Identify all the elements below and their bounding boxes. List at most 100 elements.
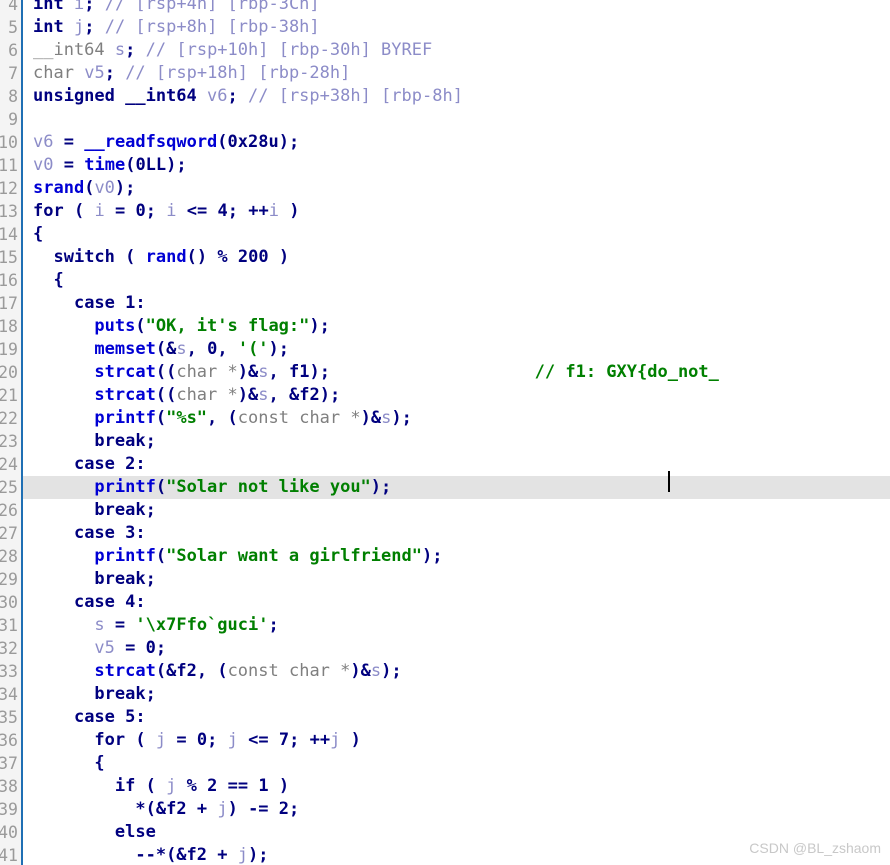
code-line-text: int i; // [rsp+4h] [rbp-3Ch] [33,0,320,14]
line-number: 28 [0,547,18,566]
code-line[interactable]: memset(&s, 0, '('); [0,338,890,361]
code-line-case[interactable]: case 4: [0,591,890,614]
line-number: 5 [8,18,18,37]
code-line[interactable]: printf("%s", (const char *)&s); [0,407,890,430]
code-line-case[interactable]: case 3: [0,522,890,545]
code-line[interactable]: v5 = 0; [0,637,890,660]
code-line-text: break; [94,431,156,451]
ida-pseudocode-window: int i; // [rsp+4h] [rbp-3Ch] int j; // [… [0,0,890,865]
text-caret [668,471,670,492]
line-number: 37 [0,754,18,773]
line-number: 40 [0,823,18,842]
code-line-case[interactable]: case 5: [0,706,890,729]
code-line-case[interactable]: case 1: [0,292,890,315]
gutter-divider-rule [21,0,23,865]
line-number-gutter[interactable]: 4 5 6 7 8 9 10 11 12 13 14 15 16 17 18 19 20 21 22 23 24 25 26… [0,0,21,865]
code-line[interactable]: int j; // [rsp+8h] [rbp-38h] [0,16,890,39]
code-line-text: unsigned __int64 v6; // [rsp+38h] [rbp-8… [33,86,463,106]
code-line-text: *(&f2 + j) -= 2; [135,799,300,819]
code-line[interactable]: if ( j % 2 == 1 ) [0,775,890,798]
code-line[interactable]: printf("Solar want a girlfriend"); [0,545,890,568]
code-line[interactable]: for ( j = 0; j <= 7; ++j ) [0,729,890,752]
line-number: 26 [0,501,18,520]
code-line[interactable]: v0 = time(0LL); [0,154,890,177]
line-number: 41 [0,846,18,865]
line-number: 19 [0,340,18,359]
code-line[interactable]: int i; // [rsp+4h] [rbp-3Ch] [0,0,890,16]
code-line[interactable]: strcat(&f2, (const char *)&s); [0,660,890,683]
code-line[interactable]: unsigned __int64 v6; // [rsp+38h] [rbp-8… [0,85,890,108]
code-line[interactable]: char v5; // [rsp+18h] [rbp-28h] [0,62,890,85]
pseudocode-text-area[interactable]: int i; // [rsp+4h] [rbp-3Ch] int j; // [… [0,0,890,865]
code-line-blank[interactable] [0,108,890,131]
line-number: 4 [8,0,18,14]
code-line[interactable]: strcat((char *)&s, &f2); [0,384,890,407]
code-line[interactable]: break; [0,430,890,453]
code-line[interactable]: puts("OK, it's flag:"); [0,315,890,338]
code-line-text: v0 = time(0LL); [33,155,187,175]
line-number: 33 [0,662,18,681]
line-number: 11 [0,156,18,175]
code-line-text: memset(&s, 0, '('); [94,339,290,359]
line-number: 22 [0,409,18,428]
line-number: 35 [0,708,18,727]
line-number: 8 [8,87,18,106]
code-line-highlighted[interactable]: printf("Solar not like you"); [0,476,890,499]
code-line[interactable]: srand(v0); [0,177,890,200]
line-number: 34 [0,685,18,704]
code-line[interactable]: v6 = __readfsqword(0x28u); [0,131,890,154]
code-line-text: printf("Solar want a girlfriend"); [94,546,443,566]
line-number: 21 [0,386,18,405]
code-line-text: for ( j = 0; j <= 7; ++j ) [94,730,361,750]
code-line[interactable]: break; [0,568,890,591]
code-line-text: v5 = 0; [94,638,167,658]
code-line-text: if ( j % 2 == 1 ) [114,776,290,796]
code-line-case[interactable]: case 2: [0,453,890,476]
pseudocode-lines: int i; // [rsp+4h] [rbp-3Ch] int j; // [… [0,0,890,865]
code-line-text: v6 = __readfsqword(0x28u); [33,132,300,152]
code-line[interactable]: { [0,269,890,292]
line-number: 36 [0,731,18,750]
line-number: 14 [0,225,18,244]
code-line-text: --*(&f2 + j); [135,845,269,865]
line-number: 31 [0,616,18,635]
code-line-text: break; [94,684,156,704]
code-line-with-comment[interactable]: strcat((char *)&s, f1); // f1: GXY{do_no… [0,361,890,384]
code-line[interactable]: break; [0,499,890,522]
code-line[interactable]: s = '\x7Ffo`guci'; [0,614,890,637]
line-number: 39 [0,800,18,819]
code-line-text: strcat((char *)&s, f1); // f1: GXY{do_no… [94,362,719,382]
code-line[interactable]: switch ( rand() % 200 ) [0,246,890,269]
code-line[interactable]: { [0,752,890,775]
line-number: 38 [0,777,18,796]
line-number: 32 [0,639,18,658]
inline-comment: // f1: GXY{do_not_ [534,362,719,382]
code-line-text: strcat((char *)&s, &f2); [94,385,341,405]
line-number: 15 [0,248,18,267]
line-number: 12 [0,179,18,198]
line-number-list: 4 5 6 7 8 9 10 11 12 13 14 15 16 17 18 19 20 21 22 23 24 25 26… [0,0,18,865]
line-number: 25 [0,478,18,497]
code-line-text: else [114,822,156,842]
code-line-text: printf("Solar not like you"); [94,477,392,497]
code-line[interactable]: break; [0,683,890,706]
line-number: 6 [8,41,18,60]
line-number: 20 [0,363,18,382]
code-line[interactable]: *(&f2 + j) -= 2; [0,798,890,821]
line-number: 13 [0,202,18,221]
line-number: 17 [0,294,18,313]
code-line[interactable]: for ( i = 0; i <= 4; ++i ) [0,200,890,223]
code-line[interactable]: __int64 s; // [rsp+10h] [rbp-30h] BYREF [0,39,890,62]
line-number: 24 [0,455,18,474]
line-number: 23 [0,432,18,451]
code-line-text: printf("%s", (const char *)&s); [94,408,412,428]
code-line-text: switch ( rand() % 200 ) [53,247,290,267]
code-line-text: int j; // [rsp+8h] [rbp-38h] [33,17,320,37]
code-line-text: break; [94,500,156,520]
line-number: 30 [0,593,18,612]
code-line-text: char v5; // [rsp+18h] [rbp-28h] [33,63,351,83]
code-line[interactable]: { [0,223,890,246]
line-number: 9 [8,110,18,129]
code-line-text: s = '\x7Ffo`guci'; [94,615,279,635]
line-number: 18 [0,317,18,336]
